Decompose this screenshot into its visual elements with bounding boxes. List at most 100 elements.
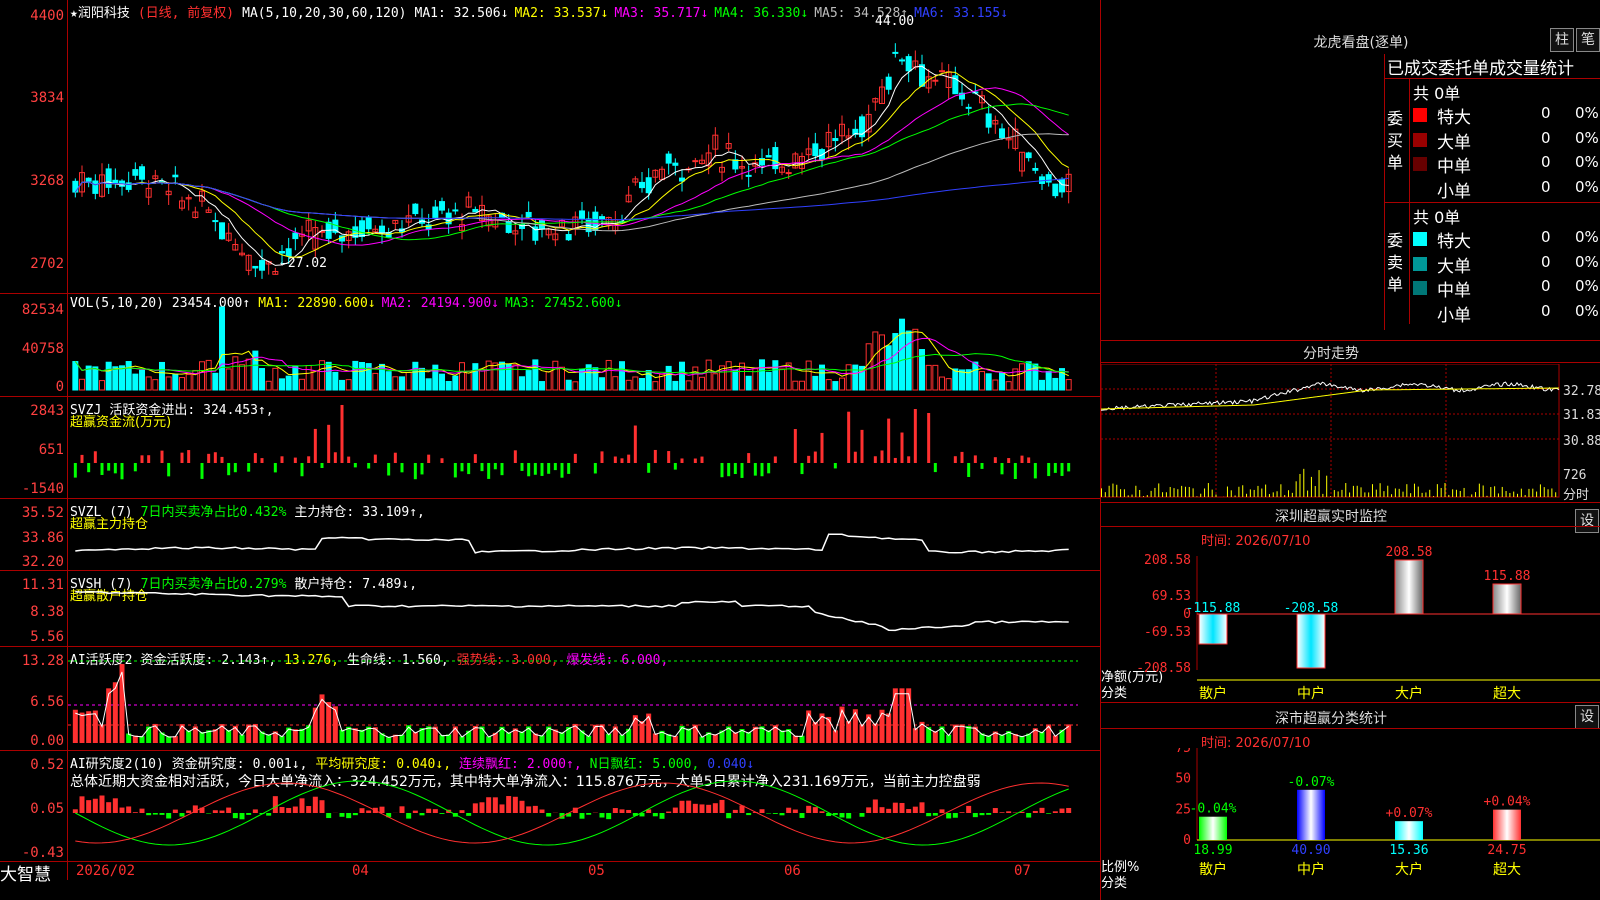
intraday-volume-bar: [1490, 487, 1492, 497]
intraday-volume-bar: [1108, 485, 1110, 497]
left-chart-area[interactable]: ★润阳科技 (日线, 前复权) MA(5,10,20,30,60,120) MA1: …: [0, 0, 1100, 885]
research-bar: [819, 811, 825, 813]
candle-body: [525, 211, 532, 218]
ai1-tick-1: 6.56: [30, 694, 64, 710]
left-axis-line: [67, 0, 68, 880]
volume-bar: [465, 370, 472, 391]
svsh-chart[interactable]: [68, 571, 1100, 645]
svzj-tick-2: -1540: [21, 481, 64, 497]
volume-bar: [312, 370, 319, 391]
svzj-chart[interactable]: [68, 397, 1100, 497]
flow-bar-in: [893, 457, 897, 463]
monitor-bar-chart[interactable]: 208.5869.530-69.53-208.58-115.88散户-208.5…: [1101, 546, 1600, 716]
volume-bar: [972, 361, 979, 391]
candle-body: [105, 168, 112, 188]
volume-bar: [239, 364, 245, 391]
volume-bar: [732, 369, 739, 391]
svsh-panel[interactable]: SVSH (7) 7日内买卖净占比0.279% 散户持仓: 7.489↓, 超赢散户持…: [0, 571, 1100, 647]
intraday-volume-bar: [1261, 488, 1263, 497]
class-ytick-3: 0: [1183, 833, 1191, 848]
activity-bar: [846, 720, 852, 743]
research-bar: [472, 803, 478, 813]
research-bar: [586, 813, 592, 815]
sell-label: 委卖单: [1387, 231, 1404, 294]
flow-bar-in: [600, 451, 604, 463]
flow-bar-out: [1013, 463, 1017, 480]
volume-bar: [832, 381, 839, 391]
activity-bar: [1059, 729, 1065, 743]
intraday-tick-1: 31.83: [1563, 408, 1600, 423]
ai-research-panel[interactable]: AI研究度2(10) 资金研究度: 0.001↓, 平均研究度: 0.040↓, 连续飘红…: [0, 751, 1100, 862]
volume-bar: [125, 361, 132, 391]
research-bar: [619, 809, 625, 813]
intraday-volume-bar: [1249, 489, 1251, 497]
candlestick-chart[interactable]: [68, 0, 1100, 292]
candle-body: [985, 113, 992, 128]
flow-bar-in: [307, 456, 311, 463]
research-bar: [406, 813, 412, 819]
research-bar: [686, 800, 692, 813]
intraday-volume-bar: [1383, 491, 1385, 497]
class-value-1: 40.90: [1291, 843, 1330, 858]
time-axis[interactable]: 大智慧 2026/02 04 05 06 07: [0, 862, 1100, 885]
flow-bar-in: [953, 456, 957, 463]
svzj-panel[interactable]: SVZJ 活跃资金进出: 324.453↑, 超赢资金流(万元) 2843 651 …: [0, 397, 1100, 499]
ai-activity-panel[interactable]: AI活跃度2 资金活跃度: 2.143↑, 13.276, 生命线: 1.560, 强势线:…: [0, 647, 1100, 751]
activity-bar: [326, 702, 332, 743]
volume-bar: [979, 371, 985, 391]
intraday-volume-bar: [1123, 489, 1125, 497]
intraday-volume-bar: [1524, 495, 1526, 497]
buy-row-name-3: 小单: [1437, 181, 1471, 202]
class-ytick-1: 50: [1175, 772, 1191, 787]
activity-bar: [519, 731, 525, 743]
volume-bar: [525, 370, 532, 391]
intraday-volume-bar: [1246, 493, 1248, 497]
bar-mode-button[interactable]: 柱: [1550, 28, 1574, 52]
tick-mode-button[interactable]: 笔: [1576, 28, 1600, 52]
activity-bar: [952, 724, 958, 743]
flow-bar-out: [1060, 463, 1064, 476]
volume-bar: [1052, 377, 1059, 391]
volume-bar: [372, 372, 379, 391]
research-bar: [79, 796, 85, 813]
intraday-volume-bar: [1501, 486, 1503, 497]
volume-bar: [665, 365, 672, 391]
research-bar: [366, 810, 372, 813]
volume-chart[interactable]: [68, 294, 1100, 395]
flow-bar-out: [733, 463, 737, 475]
activity-bar: [359, 729, 365, 743]
monitor-bar-1: [1296, 613, 1326, 669]
volume-panel[interactable]: VOL(5,10,20) 23454.000↑ MA1: 22890.600↓ MA2…: [0, 294, 1100, 397]
class-settings-button[interactable]: 设: [1575, 705, 1599, 729]
flow-bar-out: [353, 463, 357, 468]
price-panel[interactable]: ★润阳科技 (日线, 前复权) MA(5,10,20,30,60,120) MA1: …: [0, 0, 1100, 294]
svzl-panel[interactable]: SVZL (7) 7日内买卖净占比0.432% 主力持仓: 33.109↑, 超赢主力…: [0, 499, 1100, 571]
flow-bar-out: [753, 463, 757, 476]
flow-bar-in: [747, 453, 751, 463]
candle-body: [692, 160, 699, 163]
divider-class: [1101, 702, 1600, 703]
monitor-settings-button[interactable]: 设: [1575, 509, 1599, 533]
ai-research-chart[interactable]: [68, 751, 1100, 861]
activity-bar: [199, 732, 205, 743]
flow-bar-in: [907, 456, 911, 463]
volume-bar: [672, 380, 679, 391]
flow-bar-out: [740, 463, 744, 478]
flow-bar-in: [373, 454, 377, 463]
ai-activity-chart[interactable]: [68, 647, 1100, 749]
flow-bar-in: [573, 453, 577, 463]
candle-body: [932, 79, 939, 82]
activity-bar: [406, 725, 412, 743]
svzl-chart[interactable]: [68, 499, 1100, 569]
intraday-chart[interactable]: [1101, 364, 1561, 499]
intraday-volume-bar: [1459, 490, 1461, 497]
research-bar: [846, 813, 852, 819]
buy-total: 共 0单: [1413, 84, 1461, 103]
divider-intraday: [1101, 340, 1600, 341]
intraday-volume-bar: [1406, 484, 1408, 497]
buy-row-value-0: 0: [1541, 104, 1551, 122]
volume-bar: [679, 361, 685, 391]
order-table-title: 已成交委托单成交量统计: [1387, 59, 1574, 79]
buy-side-divider: [1409, 78, 1410, 324]
class-bar-chart[interactable]: 7550250-0.04%18.99散户-0.07%40.90中户+0.07%1…: [1101, 748, 1600, 900]
